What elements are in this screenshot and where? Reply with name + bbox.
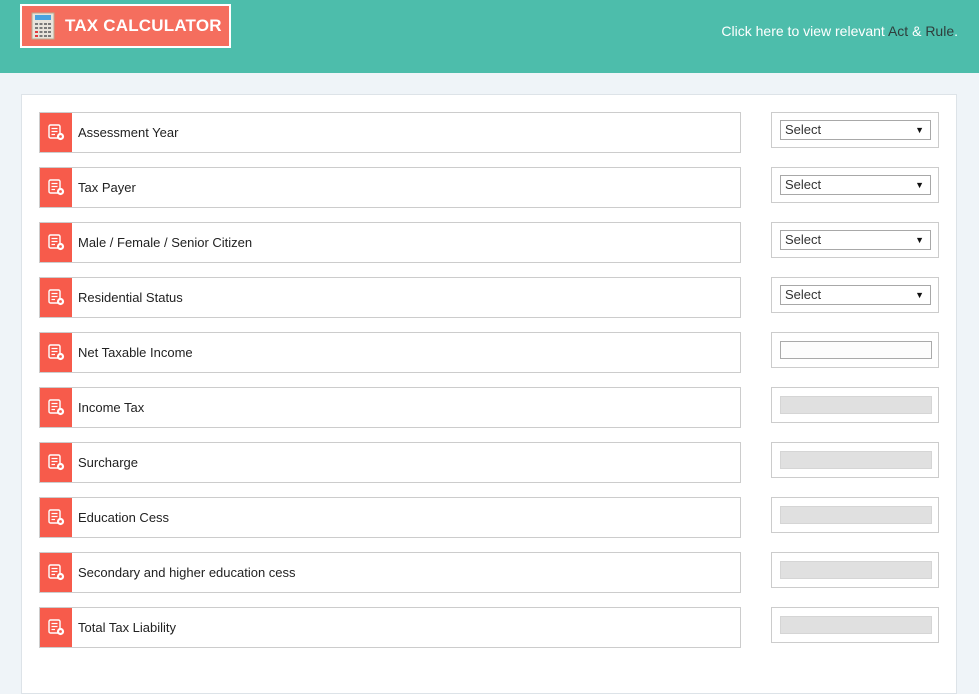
row-label: Residential Status bbox=[78, 290, 183, 305]
row-label-box: Male / Female / Senior Citizen bbox=[39, 222, 741, 263]
row-label: Secondary and higher education cess bbox=[78, 565, 296, 580]
form-row: Residential Status Select ▼ bbox=[39, 277, 939, 318]
row-select[interactable]: Select ▼ bbox=[780, 120, 931, 140]
row-label-box: Surcharge bbox=[39, 442, 741, 483]
row-label: Male / Female / Senior Citizen bbox=[78, 235, 253, 250]
row-field-box bbox=[771, 442, 939, 478]
row-label-box: Assessment Year bbox=[39, 112, 741, 153]
row-label: Education Cess bbox=[78, 510, 170, 525]
row-label-box: Secondary and higher education cess bbox=[39, 552, 741, 593]
dropdown-arrow-icon: ▼ bbox=[915, 180, 924, 190]
row-select[interactable]: Select ▼ bbox=[780, 175, 931, 195]
row-readonly-output bbox=[780, 616, 932, 634]
list-settings-icon bbox=[40, 608, 72, 647]
row-field-box: Select ▼ bbox=[771, 277, 939, 313]
row-field-box: Select ▼ bbox=[771, 222, 939, 258]
row-label-box: Net Taxable Income bbox=[39, 332, 741, 373]
row-field-box: Select ▼ bbox=[771, 112, 939, 148]
list-settings-icon bbox=[40, 168, 72, 207]
list-settings-icon bbox=[40, 553, 72, 592]
form-row: Total Tax Liability bbox=[39, 607, 939, 648]
form-row: Surcharge bbox=[39, 442, 939, 483]
link-suffix: . bbox=[954, 23, 958, 39]
list-settings-icon bbox=[40, 388, 72, 427]
form-row: Income Tax bbox=[39, 387, 939, 428]
list-settings-icon bbox=[40, 278, 72, 317]
row-label: Tax Payer bbox=[78, 180, 136, 195]
act-rule-link-text: Click here to view relevant Act & Rule. bbox=[721, 23, 958, 39]
row-field-box bbox=[771, 497, 939, 533]
calculator-icon bbox=[31, 12, 55, 40]
row-field-box: Select ▼ bbox=[771, 167, 939, 203]
row-label-box: Total Tax Liability bbox=[39, 607, 741, 648]
row-label: Total Tax Liability bbox=[78, 620, 177, 635]
list-settings-icon bbox=[40, 443, 72, 482]
row-label: Surcharge bbox=[78, 455, 138, 470]
dropdown-arrow-icon: ▼ bbox=[915, 125, 924, 135]
list-settings-icon bbox=[40, 113, 72, 152]
dropdown-arrow-icon: ▼ bbox=[915, 235, 924, 245]
select-value: Select bbox=[785, 177, 822, 192]
list-settings-icon bbox=[40, 498, 72, 537]
select-value: Select bbox=[785, 122, 822, 137]
dropdown-arrow-icon: ▼ bbox=[915, 290, 924, 300]
row-readonly-output bbox=[780, 506, 932, 524]
form-row: Male / Female / Senior Citizen Select ▼ bbox=[39, 222, 939, 263]
row-text-input[interactable] bbox=[780, 341, 932, 359]
row-label-box: Income Tax bbox=[39, 387, 741, 428]
link-amp: & bbox=[908, 23, 926, 39]
list-settings-icon bbox=[40, 223, 72, 262]
row-field-box bbox=[771, 552, 939, 588]
row-readonly-output bbox=[780, 561, 932, 579]
row-field-box bbox=[771, 607, 939, 643]
row-label-box: Education Cess bbox=[39, 497, 741, 538]
row-label: Assessment Year bbox=[78, 125, 179, 140]
form-row: Tax Payer Select ▼ bbox=[39, 167, 939, 208]
row-field-box bbox=[771, 387, 939, 423]
row-readonly-output bbox=[780, 396, 932, 414]
row-label-box: Residential Status bbox=[39, 277, 741, 318]
list-settings-icon bbox=[40, 333, 72, 372]
rule-link[interactable]: Rule bbox=[925, 23, 954, 39]
form-row: Net Taxable Income bbox=[39, 332, 939, 373]
app-logo[interactable]: TAX CALCULATOR bbox=[20, 4, 231, 48]
row-readonly-output bbox=[780, 451, 932, 469]
form-row: Education Cess bbox=[39, 497, 939, 538]
form-row: Secondary and higher education cess bbox=[39, 552, 939, 593]
row-select[interactable]: Select ▼ bbox=[780, 230, 931, 250]
select-value: Select bbox=[785, 232, 822, 247]
select-value: Select bbox=[785, 287, 822, 302]
act-link[interactable]: Act bbox=[888, 23, 908, 39]
row-label-box: Tax Payer bbox=[39, 167, 741, 208]
row-label: Income Tax bbox=[78, 400, 145, 415]
row-select[interactable]: Select ▼ bbox=[780, 285, 931, 305]
row-label: Net Taxable Income bbox=[78, 345, 193, 360]
link-prefix: Click here to view relevant bbox=[721, 23, 888, 39]
row-field-box bbox=[771, 332, 939, 368]
header: TAX CALCULATOR Click here to view releva… bbox=[0, 0, 979, 73]
app-title: TAX CALCULATOR bbox=[65, 16, 222, 35]
form-row: Assessment Year Select ▼ bbox=[39, 112, 939, 153]
